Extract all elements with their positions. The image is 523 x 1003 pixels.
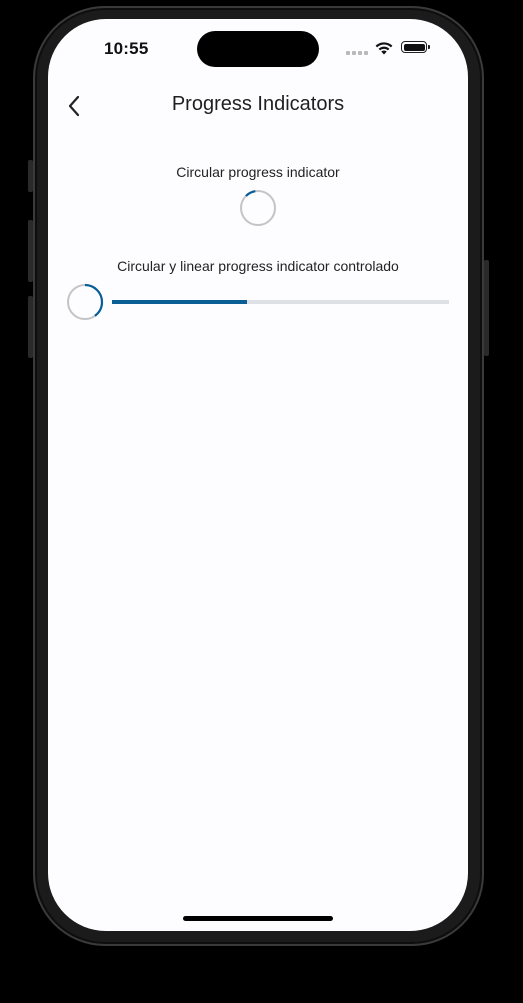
home-indicator bbox=[183, 916, 333, 921]
screen: 10:55 Progress Indicators Circular progr… bbox=[48, 19, 468, 931]
linear-progress-bar bbox=[112, 300, 247, 304]
circular-progress-indicator bbox=[239, 189, 277, 227]
linear-progress-track bbox=[112, 300, 449, 304]
dynamic-island bbox=[197, 31, 319, 67]
controlled-indicator-label: Circular y linear progress indicator con… bbox=[117, 258, 399, 274]
signal-icon bbox=[346, 51, 368, 55]
circular-progress-arc bbox=[239, 189, 277, 227]
controlled-circular-progress bbox=[66, 283, 104, 321]
page-title: Progress Indicators bbox=[171, 93, 345, 115]
power-button bbox=[484, 260, 489, 356]
circular-indicator-label: Circular progress indicator bbox=[176, 164, 340, 180]
wifi-icon bbox=[375, 42, 393, 55]
status-time: 10:55 bbox=[104, 39, 149, 58]
battery-icon bbox=[401, 41, 430, 53]
